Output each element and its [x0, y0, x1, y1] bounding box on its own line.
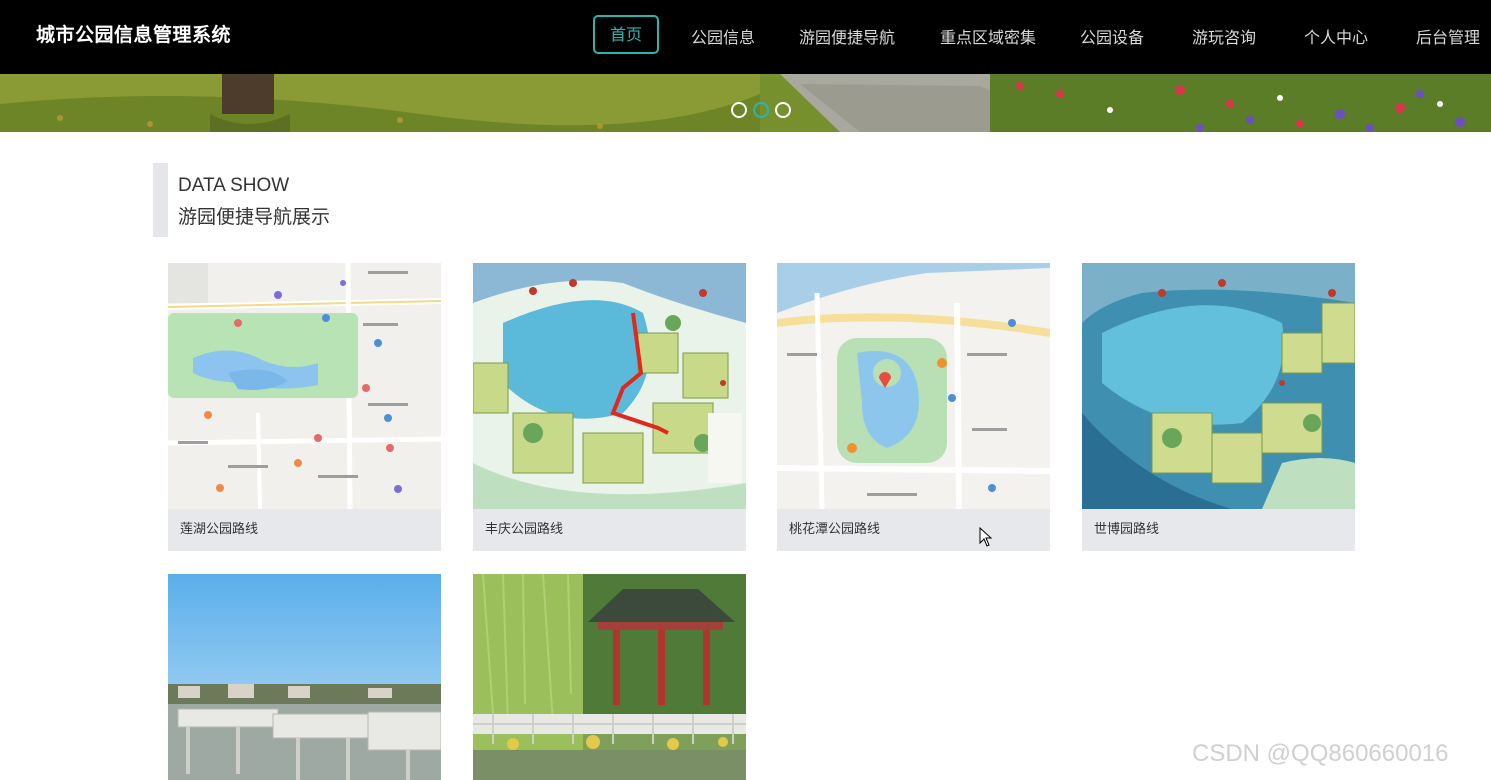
- route-card-caption[interactable]: 莲湖公园路线: [168, 509, 441, 551]
- watermark: CSDN @QQ860660016: [1192, 740, 1449, 767]
- carousel-dot-3[interactable]: [775, 102, 791, 118]
- route-card[interactable]: [473, 574, 746, 780]
- route-map-image: [777, 263, 1050, 509]
- route-map-image: [473, 263, 746, 509]
- nav-home[interactable]: 首页: [593, 15, 659, 54]
- route-card-caption[interactable]: 桃花潭公园路线: [777, 509, 1050, 551]
- route-card[interactable]: 桃花潭公园路线: [777, 263, 1050, 551]
- section-accent-bar: [153, 163, 168, 237]
- section-title-cn: 游园便捷导航展示: [178, 206, 331, 228]
- route-card-caption[interactable]: 丰庆公园路线: [473, 509, 746, 551]
- nav-admin[interactable]: 后台管理: [1416, 24, 1480, 48]
- route-card[interactable]: [168, 574, 441, 780]
- carousel-indicators: [731, 102, 791, 118]
- nav-personal-center[interactable]: 个人中心: [1304, 24, 1368, 48]
- route-card[interactable]: 丰庆公园路线: [473, 263, 746, 551]
- mouse-cursor-icon: [979, 527, 993, 547]
- nav-park-navigation[interactable]: 游园便捷导航: [799, 24, 895, 48]
- nav-key-area-density[interactable]: 重点区域密集: [940, 24, 1036, 48]
- nav-park-equipment[interactable]: 公园设备: [1080, 24, 1144, 48]
- nav-park-info[interactable]: 公园信息: [691, 24, 755, 48]
- route-card-caption[interactable]: 世博园路线: [1082, 509, 1355, 551]
- nav-visit-consult[interactable]: 游玩咨询: [1192, 24, 1256, 48]
- section-title-en: DATA SHOW: [178, 175, 290, 196]
- top-navbar: 城市公园信息管理系统 首页 公园信息 游园便捷导航 重点区域密集 公园设备 游玩…: [0, 0, 1491, 74]
- park-photo: [168, 574, 441, 780]
- route-card[interactable]: 世博园路线: [1082, 263, 1355, 551]
- site-title[interactable]: 城市公园信息管理系统: [36, 20, 231, 47]
- carousel-dot-1[interactable]: [731, 102, 747, 118]
- route-map-image: [1082, 263, 1355, 509]
- carousel-dot-2[interactable]: [753, 102, 769, 118]
- route-card[interactable]: 莲湖公园路线: [168, 263, 441, 551]
- park-photo: [473, 574, 746, 780]
- route-map-image: [168, 263, 441, 509]
